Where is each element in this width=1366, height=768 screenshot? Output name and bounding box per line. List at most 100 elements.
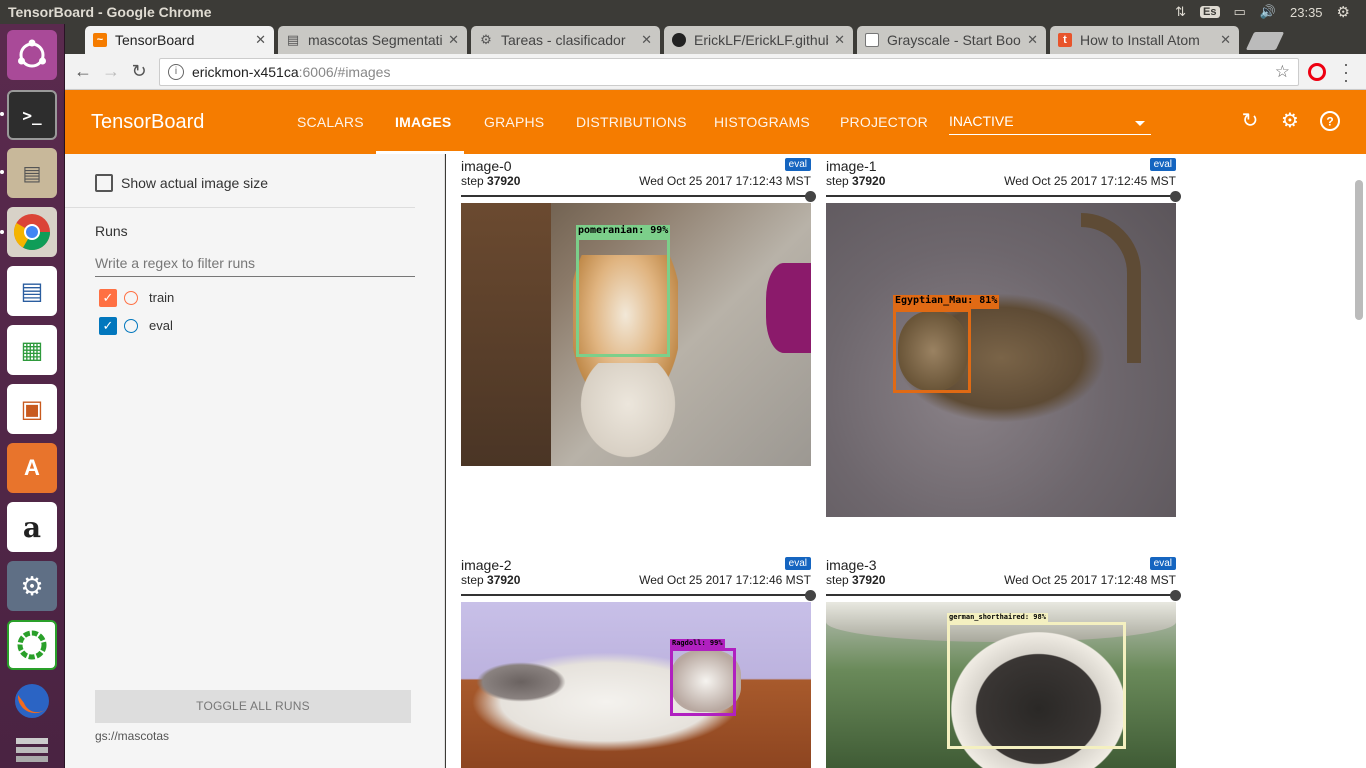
close-tab-icon[interactable]: ✕ [448, 32, 459, 48]
slider-knob[interactable] [1170, 191, 1181, 202]
sidebar-divider [65, 207, 415, 208]
close-tab-icon[interactable]: ✕ [1220, 32, 1231, 48]
forward-arrow-icon[interactable]: → [97, 61, 125, 82]
step-info: step 37920 [461, 174, 520, 188]
github-icon [672, 33, 686, 47]
system-settings-icon[interactable]: ⚙ [7, 561, 57, 611]
address-bar[interactable]: i erickmon-x451ca :6006/#images ☆ [159, 58, 1299, 86]
browser-tab-strip: ~ TensorBoard ✕ ▤ mascotas Segmentation … [65, 24, 1366, 54]
file-manager-icon[interactable]: ▤ [7, 148, 57, 198]
update-manager-icon[interactable] [7, 620, 57, 670]
clock[interactable]: 23:35 [1290, 5, 1323, 20]
browser-toolbar: ← → ↻ i erickmon-x451ca :6006/#images ☆ … [65, 54, 1366, 90]
battery-icon[interactable]: ▭ [1234, 4, 1246, 20]
libreoffice-writer-icon[interactable]: ▤ [7, 266, 57, 316]
help-icon[interactable]: ? [1319, 110, 1341, 132]
ragdoll-cat-photo[interactable]: Ragdoll: 99% [461, 602, 811, 768]
slider-knob[interactable] [805, 191, 816, 202]
tensorboard-header: TensorBoard SCALARS IMAGES GRAPHS DISTRI… [65, 90, 1366, 154]
step-value: 37920 [852, 174, 886, 188]
libreoffice-impress-icon[interactable]: ▣ [7, 384, 57, 434]
step-value: 37920 [852, 573, 886, 587]
slider-knob[interactable] [805, 590, 816, 601]
amazon-icon[interactable]: a [7, 502, 57, 552]
terminal-icon[interactable]: >_ [7, 90, 57, 140]
tab-tensorboard[interactable]: ~ TensorBoard ✕ [85, 26, 274, 54]
close-tab-icon[interactable]: ✕ [255, 32, 266, 48]
site-info-icon[interactable]: i [168, 64, 184, 80]
show-actual-size-checkbox[interactable] [95, 174, 113, 192]
tab-distributions[interactable]: DISTRIBUTIONS [576, 114, 687, 130]
tab-scalars[interactable]: SCALARS [297, 114, 364, 130]
workspace-switcher-icon[interactable] [7, 724, 57, 768]
runs-sidebar: Show actual image size Runs Write a rege… [65, 154, 445, 768]
system-menu-gear-icon[interactable]: ⚙ [1337, 3, 1350, 21]
step-slider[interactable] [826, 590, 1181, 601]
network-arrows-icon[interactable]: ⇅ [1175, 4, 1186, 20]
firefox-icon[interactable] [7, 676, 57, 726]
ubuntu-dash-icon[interactable] [7, 30, 57, 80]
tab-grayscale[interactable]: Grayscale - Start Bootstrap ✕ [857, 26, 1046, 54]
photo-background-cushion [766, 263, 811, 353]
tab-graphs[interactable]: GRAPHS [484, 114, 544, 130]
chrome-menu-icon[interactable]: · · · [1343, 55, 1349, 89]
close-tab-icon[interactable]: ✕ [834, 32, 845, 48]
image-tag: image-2 [461, 557, 512, 573]
step-slider[interactable] [826, 191, 1181, 202]
svg-text:?: ? [1326, 115, 1333, 129]
app-title: TensorBoard [91, 111, 205, 133]
tab-tareas[interactable]: ⚙ Tareas - clasificador ✕ [471, 26, 660, 54]
settings-gear-icon[interactable]: ⚙ [1279, 110, 1301, 132]
inactive-dashboards-select[interactable]: INACTIVE [949, 113, 1151, 135]
running-indicator [0, 112, 4, 116]
image-card: image-1 eval step 37920 Wed Oct 25 2017 … [826, 154, 1181, 524]
bookmark-star-icon[interactable]: ☆ [1275, 62, 1290, 82]
slider-track [826, 195, 1176, 197]
step-value: 37920 [487, 573, 521, 587]
tab-atom[interactable]: t How to Install Atom ✕ [1050, 26, 1239, 54]
detection-box [670, 648, 736, 716]
logdir-path: gs://mascotas [95, 729, 170, 743]
regex-filter-input[interactable]: Write a regex to filter runs [95, 255, 415, 277]
opera-extension-icon[interactable] [1308, 63, 1326, 81]
tab-projector[interactable]: PROJECTOR [840, 114, 928, 130]
keyboard-layout-indicator[interactable]: Es [1200, 6, 1220, 18]
tab-histograms[interactable]: HISTOGRAMS [714, 114, 810, 130]
back-arrow-icon[interactable]: ← [69, 61, 97, 82]
libreoffice-calc-icon[interactable]: ▦ [7, 325, 57, 375]
chrome-icon[interactable] [7, 207, 57, 257]
slider-knob[interactable] [1170, 590, 1181, 601]
ubuntu-launcher: >_ ▤ ▤ ▦ ▣ A a ⚙ [0, 24, 65, 768]
step-slider[interactable] [461, 191, 816, 202]
reload-icon[interactable]: ↻ [125, 61, 153, 82]
system-tray: ⇅ Es ▭ 🔊 23:35 ⚙ [1175, 3, 1350, 21]
run-badge: eval [1149, 557, 1176, 570]
volume-icon[interactable]: 🔊 [1260, 4, 1276, 20]
pointer-dog-photo[interactable]: german_shorthaired: 98% [826, 602, 1176, 768]
software-center-icon[interactable]: A [7, 443, 57, 493]
toggle-all-runs-button[interactable]: TOGGLE ALL RUNS [95, 690, 411, 723]
runs-heading: Runs [95, 223, 128, 239]
run-train-checkbox[interactable]: ✓ [99, 289, 117, 307]
cat-photo[interactable]: Egyptian_Mau: 81% [826, 203, 1176, 517]
detection-box [576, 237, 670, 357]
dog-photo[interactable]: pomeranian: 99% [461, 203, 811, 466]
tab-github[interactable]: ErickLF/ErickLF.github ✕ [664, 26, 853, 54]
t-icon: t [1058, 33, 1072, 47]
new-tab-button[interactable] [1245, 32, 1285, 50]
run-badge: eval [1149, 158, 1176, 171]
close-tab-icon[interactable]: ✕ [641, 32, 652, 48]
step-label: step [461, 573, 484, 587]
page-scrollbar[interactable] [1355, 180, 1363, 320]
tab-mascotas[interactable]: ▤ mascotas Segmentation ✕ [278, 26, 467, 54]
image-tag: image-0 [461, 158, 512, 174]
step-info: step 37920 [461, 573, 520, 587]
run-eval-checkbox[interactable]: ✓ [99, 317, 117, 335]
close-tab-icon[interactable]: ✕ [1027, 32, 1038, 48]
url-host: erickmon-x451ca [192, 64, 299, 80]
wall-time: Wed Oct 25 2017 17:12:45 MST [1004, 174, 1176, 188]
run-train-label: train [149, 290, 175, 305]
step-slider[interactable] [461, 590, 816, 601]
refresh-icon[interactable]: ↻ [1239, 110, 1261, 132]
tab-images[interactable]: IMAGES [395, 114, 451, 130]
